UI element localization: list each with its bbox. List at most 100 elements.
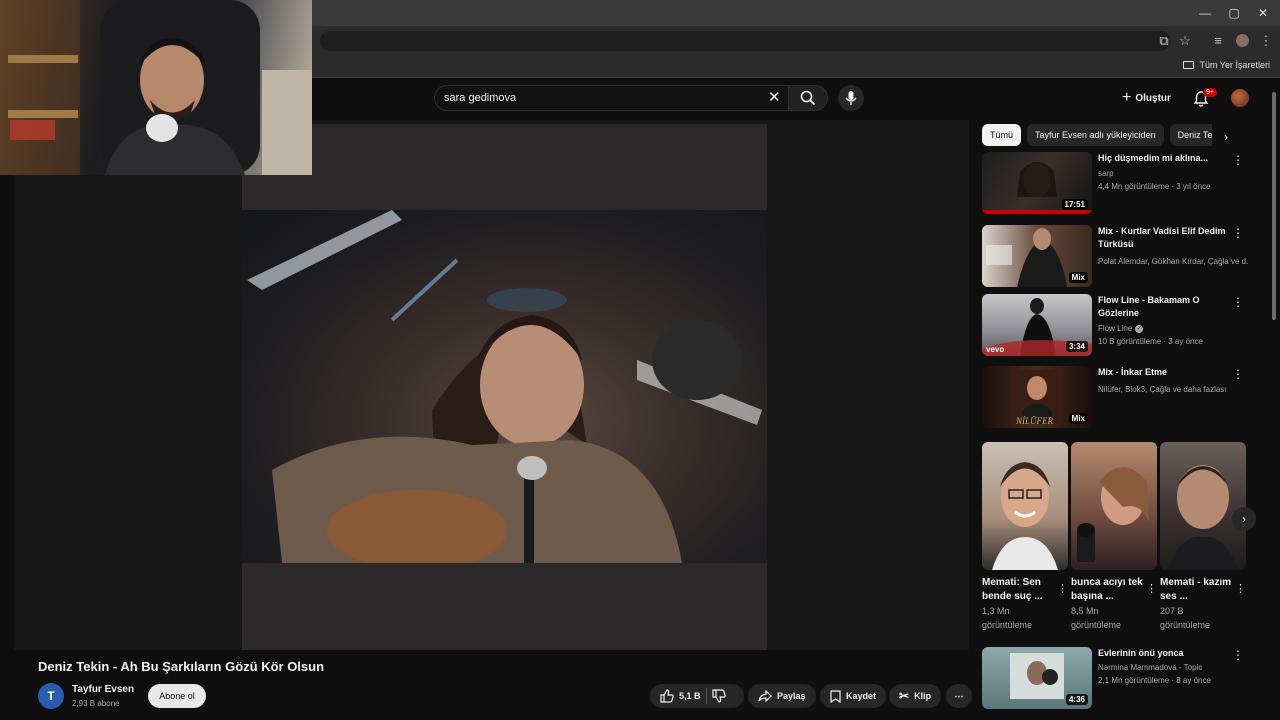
menu-icon[interactable]: ⋮ [1258, 33, 1274, 49]
video-title: Deniz Tekin - Ah Bu Şarkıların Gözü Kör … [38, 659, 325, 674]
more-vert-icon[interactable]: ⋮ [1232, 227, 1244, 239]
channel-avatar[interactable]: T [38, 683, 64, 709]
short-item[interactable]: bunca acıyı tek başına ... 8,5 Mn görünt… [1071, 442, 1157, 632]
recommendation-item[interactable]: 4:36 Evlerinin önü yonca Nərmina Mammado… [982, 647, 1244, 713]
more-vert-icon[interactable]: ⋮ [1057, 582, 1068, 595]
chip-uploader[interactable]: Tayfur Evsen adlı yükleyiciden [1027, 124, 1164, 146]
subscribe-button[interactable]: Abone ol [148, 684, 206, 708]
star-icon[interactable]: ☆ [1177, 33, 1193, 49]
short-title: Memati - kazım ses ... [1160, 577, 1232, 602]
media-icon[interactable]: ≡ [1210, 33, 1226, 49]
thumbs-up-icon [660, 689, 674, 703]
webcam-overlay [0, 0, 312, 175]
more-vert-icon[interactable]: ⋮ [1232, 368, 1244, 380]
clear-search-icon[interactable]: ✕ [768, 88, 781, 106]
rec-channel: Polat Alemdar, Gökhan Kırdar, Çağla ve d… [1098, 257, 1248, 266]
rec-channel-row: Flow Line ✓ [1098, 322, 1248, 335]
svg-text:NİLÜFER: NİLÜFER [1015, 416, 1054, 426]
chevron-right-icon[interactable]: › [1232, 507, 1256, 531]
chip-related[interactable]: Deniz Tekin [1169, 124, 1212, 146]
voice-search-button[interactable] [838, 85, 864, 111]
address-bar[interactable] [320, 31, 1170, 51]
rec-channel: Flow Line [1098, 324, 1133, 333]
short-item[interactable]: Memati: Sen bende suç ... 1,3 Mn görüntü… [982, 442, 1068, 632]
short-thumbnail [982, 442, 1068, 570]
divider [705, 688, 707, 704]
short-views: 1,3 Mn görüntüleme [982, 606, 1033, 630]
rec-title: Mix - İnkar Etme [1098, 367, 1168, 377]
rec-title: Flow Line - Bakamam O Gözlerine [1098, 295, 1200, 318]
search-button[interactable] [788, 85, 828, 111]
scissors-icon: ✂ [899, 689, 910, 703]
profile-icon[interactable] [1234, 33, 1250, 49]
video-thumbnail: 4:36 [982, 647, 1092, 709]
mix-badge: Mix [1068, 272, 1088, 283]
minimize-icon[interactable]: — [1198, 6, 1212, 20]
account-avatar[interactable] [1231, 89, 1249, 107]
recommendation-item[interactable]: Mix Mix - Kurtlar Vadisi Elif Dedim Türk… [982, 225, 1248, 291]
like-button[interactable]: 5,1 B [660, 689, 701, 703]
video-thumbnail: NİLÜFER Mix [982, 366, 1092, 428]
rec-meta: 10 B görüntüleme · 3 ay önce [1098, 337, 1203, 346]
short-views: 8,5 Mn görüntüleme [1071, 606, 1122, 630]
rec-meta: 2,1 Mn görüntüleme · 8 ay önce [1098, 676, 1211, 685]
clip-button[interactable]: ✂ Klip [889, 684, 942, 708]
video-thumbnail: Mix [982, 225, 1092, 287]
share-button[interactable]: Paylaş [748, 684, 816, 708]
all-bookmarks-button[interactable]: Tüm Yer İşaretleri [1183, 60, 1270, 70]
microphone-icon [845, 91, 857, 105]
more-vert-icon[interactable]: ⋮ [1146, 582, 1157, 595]
mix-badge: Mix [1068, 413, 1088, 424]
recommendation-item[interactable]: vevo 3:34 Flow Line - Bakamam O Gözlerin… [982, 294, 1244, 360]
recommendation-item[interactable]: 17:51 Hiç düşmedim mi aklına... sarp 4,4… [982, 152, 1244, 218]
more-vert-icon[interactable]: ⋮ [1232, 154, 1244, 166]
rec-title: Hiç düşmedim mi aklına... [1098, 153, 1209, 163]
create-button[interactable]: + Oluştur [1122, 89, 1171, 107]
rec-title: Evlerinin önü yonca [1098, 648, 1184, 658]
install-icon[interactable]: ⧉ [1156, 33, 1172, 49]
more-actions-button[interactable]: ⋯ [946, 684, 972, 708]
short-views: 207 B görüntüleme [1160, 606, 1211, 630]
duration-badge: 4:36 [1065, 694, 1088, 705]
video-thumbnail: vevo 3:34 [982, 294, 1092, 356]
more-vert-icon[interactable]: ⋮ [1232, 296, 1244, 308]
rec-channel: Nilüfer, Blok3, Çağla ve daha fazlası [1098, 385, 1227, 394]
short-thumbnail [1071, 442, 1157, 570]
more-vert-icon[interactable]: ⋮ [1232, 649, 1244, 661]
like-count: 5,1 B [679, 691, 701, 701]
short-title: Memati: Sen bende suç ... [982, 577, 1043, 602]
share-icon [758, 690, 772, 702]
save-button[interactable]: Kaydet [820, 684, 887, 708]
duration-badge: 17:51 [1061, 199, 1088, 210]
search-query-text: sara gedimova [444, 92, 517, 104]
subscriber-count: 2,93 B abone [72, 699, 120, 708]
rec-title: Mix - Kurtlar Vadisi Elif Dedim Türküsü [1098, 226, 1226, 249]
filter-chips: Tümü Tayfur Evsen adlı yükleyiciden Deni… [982, 124, 1212, 146]
rec-channel: Nərmina Mammadova - Topic [1098, 663, 1203, 672]
chip-all[interactable]: Tümü [982, 124, 1022, 146]
close-icon[interactable]: ✕ [1256, 6, 1270, 20]
maximize-icon[interactable]: ▢ [1227, 6, 1241, 20]
folder-icon [1183, 61, 1195, 69]
duration-badge: 3:34 [1065, 341, 1088, 352]
bookmark-icon [830, 689, 841, 703]
rec-meta: 4,4 Mn görüntüleme · 3 yıl önce [1098, 182, 1211, 191]
channel-name[interactable]: Tayfur Evsen [72, 684, 134, 695]
svg-text:vevo: vevo [986, 345, 1004, 354]
video-still [242, 210, 767, 563]
verified-icon: ✓ [1135, 324, 1144, 333]
short-item[interactable]: Memati - kazım ses ... 207 B görüntüleme… [1160, 442, 1246, 632]
plus-icon: + [1122, 89, 1132, 106]
short-thumbnail [1160, 442, 1246, 570]
more-vert-icon[interactable]: ⋮ [1235, 582, 1246, 595]
search-icon [800, 90, 816, 106]
recommendation-item[interactable]: NİLÜFER Mix Mix - İnkar Etme Nilüfer, Bl… [982, 366, 1244, 432]
rec-channel: sarp [1098, 169, 1114, 178]
notification-badge: 9+ [1203, 88, 1217, 97]
short-title: bunca acıyı tek başına ... [1071, 577, 1143, 602]
like-dislike-group: 5,1 B [650, 684, 744, 708]
chevron-right-icon[interactable]: › [1224, 130, 1228, 144]
thumbs-down-icon[interactable] [711, 689, 726, 703]
video-thumbnail: 17:51 [982, 152, 1092, 214]
scrollbar[interactable] [1272, 92, 1276, 320]
